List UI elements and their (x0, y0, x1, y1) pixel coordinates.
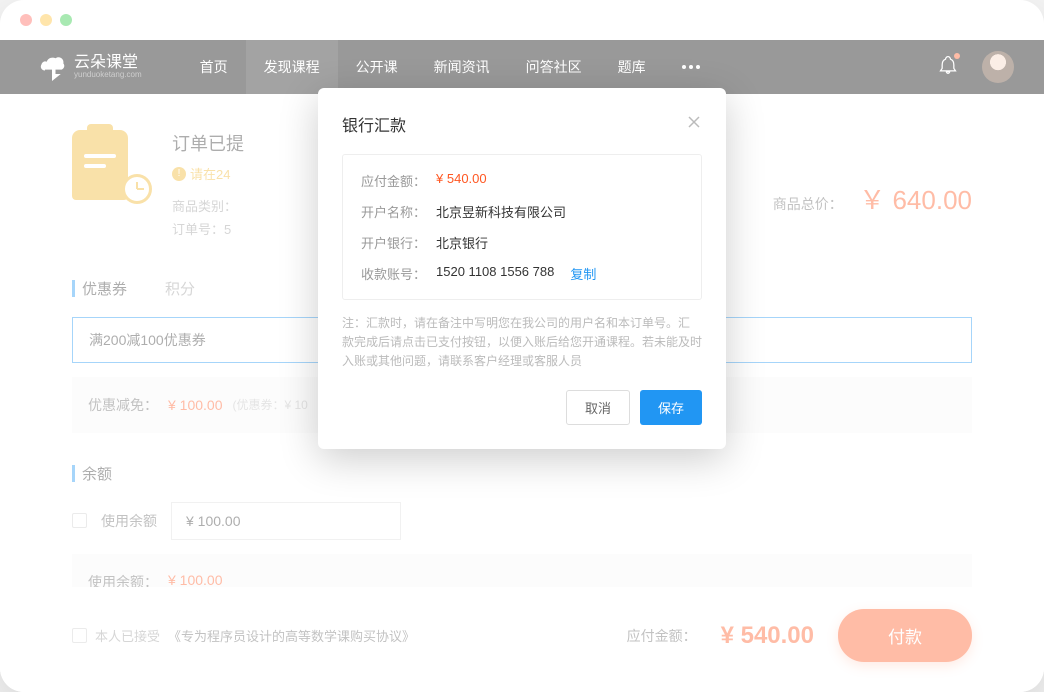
modal-name-label: 开户名称： (361, 202, 426, 221)
modal-note: 注：汇款时，请在备注中写明您在我公司的用户名和本订单号。汇款完成后请点击已支付按… (342, 314, 702, 372)
modal-amount-label: 应付金额： (361, 171, 426, 190)
save-button[interactable]: 保存 (640, 390, 702, 425)
modal-close-button[interactable] (686, 114, 702, 135)
modal-title: 银行汇款 (342, 112, 406, 136)
modal-overlay[interactable]: 银行汇款 应付金额： ¥ 540.00 开户名称： 北京昱新科技有限公司 开户银… (0, 0, 1044, 692)
modal-account-value: 1520 1108 1556 788 (436, 264, 554, 283)
modal-account-label: 收款账号： (361, 264, 426, 283)
bank-details-box: 应付金额： ¥ 540.00 开户名称： 北京昱新科技有限公司 开户银行： 北京… (342, 154, 702, 300)
cancel-button[interactable]: 取消 (566, 390, 630, 425)
modal-amount-value: ¥ 540.00 (436, 171, 487, 190)
copy-button[interactable]: 复制 (570, 264, 596, 283)
close-icon (686, 114, 702, 130)
modal-name-value: 北京昱新科技有限公司 (436, 202, 566, 221)
modal-bank-value: 北京银行 (436, 233, 488, 252)
bank-transfer-modal: 银行汇款 应付金额： ¥ 540.00 开户名称： 北京昱新科技有限公司 开户银… (318, 88, 726, 449)
modal-bank-label: 开户银行： (361, 233, 426, 252)
